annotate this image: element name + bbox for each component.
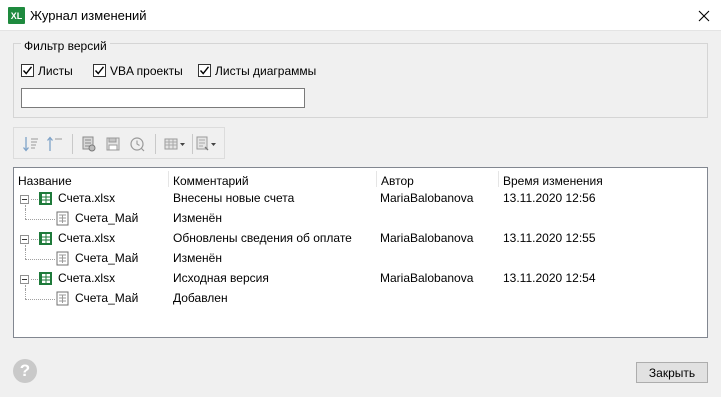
help-button[interactable]: ? [13,359,37,383]
row-author: MariaBalobanova [380,231,474,245]
restore-version-icon [130,137,145,152]
save-button[interactable] [102,133,124,155]
table-row[interactable]: Счета_Май Изменён [14,249,707,269]
view-options-icon [164,138,185,150]
table-row[interactable]: Счета_Май Добавлен [14,289,707,309]
row-comment: Исходная версия [173,271,269,285]
tree-connector [31,239,38,240]
change-history-tree[interactable]: Название Комментарий Автор Время изменен… [13,167,708,338]
checkbox-chart-sheets-label: Листы диаграммы [215,63,317,78]
close-icon [698,10,710,21]
checkmark-icon [22,66,33,75]
row-author: MariaBalobanova [380,271,474,285]
export-dropdown[interactable] [194,133,220,155]
column-header-author[interactable]: Автор [377,172,498,190]
table-row[interactable]: Счета.xlsx Обновлены сведения об оплате … [14,229,707,249]
checkmark-icon [94,66,105,75]
compare-icon [82,136,96,152]
close-button[interactable]: Закрыть [636,362,708,383]
column-header-name[interactable]: Название [14,172,168,190]
row-comment: Изменён [173,251,222,265]
restore-version-button[interactable] [126,133,148,155]
row-name: Счета.xlsx [58,191,116,205]
tree-connector [25,289,26,299]
checkbox-sheets-label: Листы [38,63,73,78]
sort-descending-button[interactable] [20,133,42,155]
sheet-icon [56,211,69,226]
checkbox-vba-projects-label: VBA проекты [110,63,183,78]
workbook-icon [39,232,52,245]
row-comment: Изменён [173,211,222,225]
tree-connector [25,299,55,300]
window-title: Журнал изменений [30,8,147,23]
sheet-icon [56,291,69,306]
column-header-comment[interactable]: Комментарий [169,172,376,190]
row-author: MariaBalobanova [380,191,474,205]
checkbox-sheets-box[interactable] [21,64,34,77]
excel-app-icon: XL [8,7,25,24]
view-options-dropdown[interactable] [162,133,188,155]
table-row[interactable]: Счета.xlsx Исходная версия MariaBalobano… [14,269,707,289]
compare-button[interactable] [78,133,100,155]
save-icon [106,137,120,151]
table-row[interactable]: Счета_Май Изменён [14,209,707,229]
toolbar-separator [192,134,193,154]
tree-connector [25,259,55,260]
row-name: Счета.xlsx [58,271,116,285]
tree-connector [31,199,38,200]
checkbox-chart-sheets-box[interactable] [198,64,211,77]
checkbox-sheets[interactable]: Листы [21,63,73,78]
close-window-button[interactable] [687,0,721,31]
table-row[interactable]: Счета.xlsx Внесены новые счета MariaBalo… [14,189,707,209]
sort-ascending-icon [47,136,62,151]
row-comment: Обновлены сведения об оплате [173,231,352,245]
row-comment: Внесены новые счета [173,191,295,205]
toolbar-separator [72,134,73,154]
tree-connector [25,209,26,219]
row-comment: Добавлен [173,291,228,305]
collapse-toggle[interactable] [20,235,29,244]
row-name: Счета.xlsx [58,231,116,245]
row-name: Счета_Май [75,291,139,305]
workbook-icon [39,192,52,205]
row-name: Счета_Май [75,251,139,265]
tree-connector [31,279,38,280]
checkbox-vba-projects[interactable]: VBA проекты [93,63,183,78]
title-bar: XL Журнал изменений [0,0,721,31]
toolbar-separator [155,134,156,154]
checkmark-icon [199,66,210,75]
column-header-time[interactable]: Время изменения [499,172,629,190]
row-time: 13.11.2020 12:55 [503,231,596,245]
toolbar [13,127,225,159]
row-time: 13.11.2020 12:54 [503,271,596,285]
tree-connector [25,219,55,220]
checkbox-chart-sheets[interactable]: Листы диаграммы [198,63,316,78]
export-icon [196,136,216,151]
tree-connector [25,249,26,259]
row-time: 13.11.2020 12:56 [503,191,596,205]
collapse-toggle[interactable] [20,275,29,284]
row-name: Счета_Май [75,211,139,225]
sort-descending-icon [23,137,38,152]
sheet-icon [56,251,69,266]
filter-search-input[interactable] [21,88,305,108]
checkbox-vba-projects-box[interactable] [93,64,106,77]
sort-ascending-button[interactable] [44,133,66,155]
collapse-toggle[interactable] [20,195,29,204]
workbook-icon [39,272,52,285]
version-filter-legend: Фильтр версий [21,39,110,53]
